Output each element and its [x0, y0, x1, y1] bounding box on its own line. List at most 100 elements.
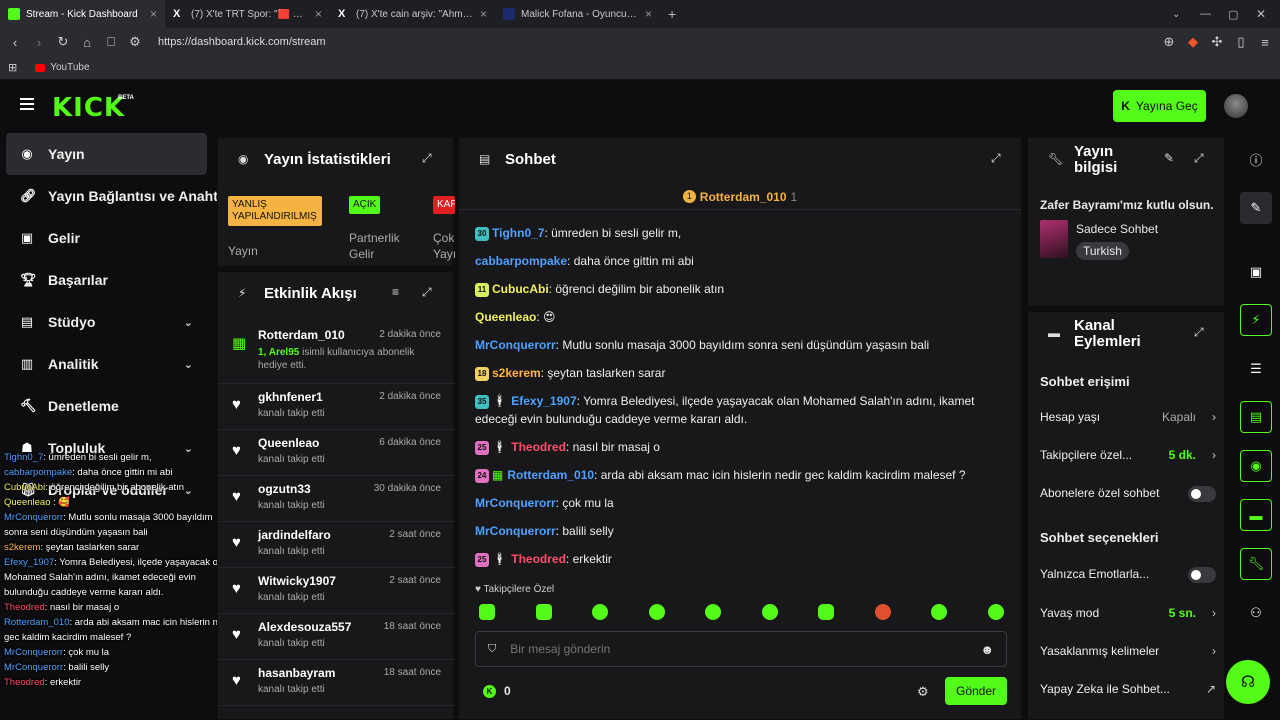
settings-icon[interactable]: ⚙: [917, 684, 929, 700]
new-tab-icon[interactable]: +: [668, 6, 676, 22]
chat-user[interactable]: MrConquerorr: [475, 524, 556, 538]
brave-shield-icon[interactable]: ◆: [1186, 34, 1200, 50]
account-age-setting[interactable]: Hesap yaşı Kapalı ›: [1040, 410, 1216, 428]
sidebar-item-analytics[interactable]: ▥ Analitik ⌄: [0, 343, 215, 385]
emotes-only-toggle[interactable]: [1188, 567, 1216, 583]
send-button[interactable]: Gönder: [945, 677, 1007, 705]
chat-user[interactable]: cabbarpompake: [475, 254, 567, 268]
activity-user[interactable]: Alexdesouza557: [258, 620, 351, 634]
activity-user[interactable]: hasanbayram: [258, 666, 335, 680]
info-icon[interactable]: ⓘ: [1240, 143, 1272, 175]
activity-user[interactable]: Rotterdam_010: [258, 328, 345, 342]
chat-user[interactable]: MrConquerorr: [475, 496, 556, 510]
expand-icon[interactable]: ⤢: [422, 285, 432, 300]
emote-icon[interactable]: [988, 604, 1004, 620]
expand-icon[interactable]: ⤢: [422, 151, 432, 166]
channel-icon[interactable]: ▬: [1240, 499, 1272, 531]
home-icon[interactable]: ⌂: [80, 35, 94, 50]
wrench-icon[interactable]: 🔧︎: [1240, 548, 1272, 580]
window-close-icon[interactable]: ✕: [1256, 7, 1280, 21]
support-icon[interactable]: ☊: [1226, 660, 1270, 704]
apps-icon[interactable]: ⊞: [8, 61, 17, 74]
expand-icon[interactable]: ⤢: [1194, 325, 1204, 340]
activity-user[interactable]: gkhnfener1: [258, 390, 323, 404]
site-info-icon[interactable]: ⚙: [128, 34, 142, 50]
pinned-gifter[interactable]: 1 Rotterdam_010 1: [459, 184, 1021, 210]
close-icon[interactable]: ×: [315, 7, 322, 21]
media-icon[interactable]: ▣: [1240, 256, 1272, 288]
menu-toggle-icon[interactable]: [20, 98, 34, 110]
community-icon[interactable]: ⚇: [1240, 597, 1272, 629]
emote-icon[interactable]: [479, 604, 495, 620]
chat-user[interactable]: Queenleao: [475, 310, 536, 324]
points-display[interactable]: K0: [483, 684, 511, 698]
ai-chat-setting[interactable]: Yapay Zeka ile Sohbet... ↗: [1040, 682, 1216, 700]
url-field[interactable]: https://dashboard.kick.com/stream: [158, 36, 1152, 48]
tab-list-icon[interactable]: ⌄: [1172, 9, 1200, 20]
chat-user[interactable]: CubucAbi: [492, 282, 549, 296]
filter-icon[interactable]: ≡: [392, 285, 399, 299]
sidebar-item-stream-key[interactable]: 🔗︎ Yayın Bağlantısı ve Anahtarı: [0, 175, 235, 217]
browser-tab[interactable]: Stream - Kick Dashboard ×: [0, 0, 165, 28]
list-icon[interactable]: ☰: [1240, 353, 1272, 385]
slow-mode-setting[interactable]: Yavaş mod 5 sn. ›: [1040, 606, 1216, 624]
chat-user[interactable]: Theodred: [511, 552, 566, 566]
activity-user[interactable]: jardindelfaro: [258, 528, 331, 542]
sidebar-item-moderation[interactable]: 🔨︎ Denetleme: [0, 385, 215, 427]
minimize-icon[interactable]: —: [1200, 8, 1228, 20]
close-icon[interactable]: ×: [150, 7, 157, 21]
browser-tab[interactable]: X (7) X'te cain arşiv: "Ahmet Konanç - R ×: [330, 0, 495, 28]
message-field[interactable]: [510, 642, 967, 656]
record-icon[interactable]: ◉: [1240, 450, 1272, 482]
emote-icon[interactable]: [875, 604, 891, 620]
chat-user[interactable]: Tighn0_7: [492, 226, 544, 240]
avatar[interactable]: [1224, 94, 1248, 118]
sidebar-item-stream[interactable]: ◉ Yayın: [6, 133, 207, 175]
edit-icon[interactable]: ✎: [1240, 192, 1272, 224]
banned-words-setting[interactable]: Yasaklanmış kelimeler ›: [1040, 644, 1216, 662]
emote-icon[interactable]: [818, 604, 834, 620]
emote-icon[interactable]: [762, 604, 778, 620]
lightning-icon[interactable]: ⚡︎: [1240, 304, 1272, 336]
browser-tab[interactable]: Malick Fofana - Oyuncu profili 26/27 ×: [495, 0, 660, 28]
activity-user[interactable]: Witwicky1907: [258, 574, 336, 588]
close-icon[interactable]: ×: [645, 7, 652, 21]
menu-icon[interactable]: ≡: [1258, 35, 1272, 50]
emoji-icon[interactable]: ☻: [980, 642, 994, 657]
expand-icon[interactable]: ⤢: [1194, 151, 1204, 166]
sidebar-icon[interactable]: ▯: [1234, 34, 1248, 50]
activity-user[interactable]: Queenleao: [258, 436, 319, 450]
reload-icon[interactable]: ↻: [56, 34, 70, 50]
emote-icon[interactable]: [705, 604, 721, 620]
chat-user[interactable]: s2kerem: [492, 366, 541, 380]
sidebar-item-studio[interactable]: ▤ Stüdyo ⌄: [0, 301, 215, 343]
kick-logo[interactable]: KICK: [52, 93, 125, 123]
chat-user[interactable]: Theodred: [511, 440, 566, 454]
chat-user[interactable]: MrConquerorr: [475, 338, 556, 352]
zoom-icon[interactable]: ⊕: [1162, 34, 1176, 50]
expand-icon[interactable]: ⤢: [991, 151, 1001, 166]
chat-user[interactable]: Rotterdam_010: [507, 468, 594, 482]
chat-icon[interactable]: ▤: [1240, 401, 1272, 433]
followers-only-setting[interactable]: Takipçilere özel... 5 dk. ›: [1040, 448, 1216, 466]
bookmark-youtube[interactable]: YouTube: [35, 62, 90, 73]
maximize-icon[interactable]: ▢: [1228, 8, 1256, 21]
chat-user[interactable]: Efexy_1907: [511, 394, 576, 408]
go-live-button[interactable]: K Yayına Geç: [1113, 90, 1206, 122]
browser-tab[interactable]: X (7) X'te TRT Spor: "🟥 Samsunspor v ×: [165, 0, 330, 28]
close-icon[interactable]: ×: [480, 7, 487, 21]
sidebar-item-achievements[interactable]: 🏆︎ Başarılar: [0, 259, 215, 301]
extensions-icon[interactable]: ✣: [1210, 34, 1224, 50]
emote-icon[interactable]: [536, 604, 552, 620]
emote-icon[interactable]: [592, 604, 608, 620]
activity-user[interactable]: ogzutn33: [258, 482, 311, 496]
category-name[interactable]: Sadece Sohbet: [1076, 222, 1158, 236]
edit-icon[interactable]: ✎: [1164, 151, 1174, 165]
subs-only-toggle[interactable]: [1188, 486, 1216, 502]
back-icon[interactable]: ‹: [8, 35, 22, 50]
bookmark-icon[interactable]: ⎕: [104, 34, 118, 50]
emote-icon[interactable]: [931, 604, 947, 620]
chat-input[interactable]: ⛉ ☻: [475, 631, 1007, 667]
forward-icon[interactable]: ›: [32, 35, 46, 50]
emote-icon[interactable]: [649, 604, 665, 620]
